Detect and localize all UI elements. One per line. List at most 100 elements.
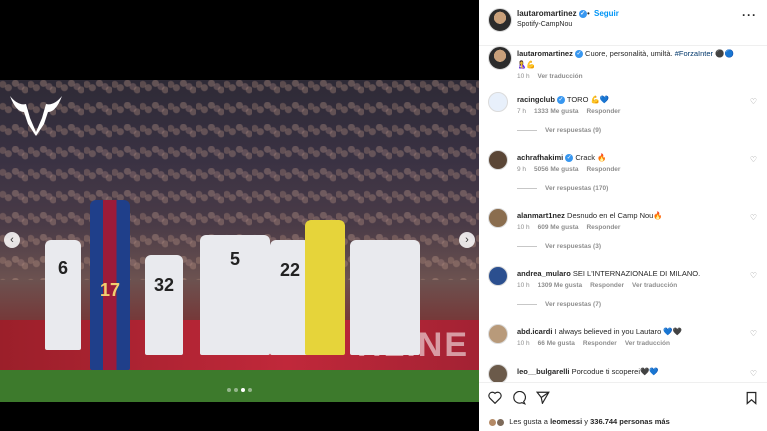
likes-summary[interactable]: Les gusta a leomessi y 336.744 personas …: [488, 417, 670, 427]
comment-text: andrea_mularo SEI L'INTERNAZIONALE DI MI…: [517, 269, 737, 278]
carousel-next-button[interactable]: ›: [459, 232, 475, 248]
player-inter-32: 32: [145, 255, 183, 355]
comment-item: racingclub ✓ TORO 💪💙 7 h 1333 Me gusta Respo…: [479, 92, 767, 148]
caption-hashtag[interactable]: #ForzaInter: [675, 49, 713, 58]
comment-body: Porcodue ti scoperei🖤💙: [571, 367, 659, 376]
comment-like-heart-icon[interactable]: ♡: [750, 271, 757, 280]
comment-username[interactable]: achrafhakimi: [517, 153, 563, 162]
player-number: 5: [229, 249, 240, 269]
comment-like-heart-icon[interactable]: ♡: [750, 329, 757, 338]
caption-translate-link[interactable]: Ver traducción: [537, 73, 582, 80]
comment-username[interactable]: leo__bulgarelli: [517, 367, 570, 376]
player-number: 22: [279, 260, 301, 280]
comment-likes[interactable]: 1309 Me gusta: [538, 282, 582, 289]
goalkeeper: [305, 220, 345, 355]
player-number: 32: [153, 275, 175, 295]
comment-meta: 10 h 609 Me gusta Responder: [517, 224, 628, 231]
comment-avatar[interactable]: [488, 266, 508, 286]
carousel-dot: [248, 388, 252, 392]
comment-username[interactable]: racingclub: [517, 95, 555, 104]
carousel-dot-active: [241, 388, 245, 392]
comment-time: 10 h: [517, 224, 530, 231]
post-actions: Les gusta a leomessi y 336.744 personas …: [479, 382, 767, 431]
comment-avatar[interactable]: [488, 324, 508, 344]
comment-avatar[interactable]: [488, 208, 508, 228]
author-username[interactable]: lautaromartinez ✓: [517, 9, 587, 18]
author-username-text[interactable]: lautaromartinez: [517, 9, 577, 18]
player-inter-22: 22: [270, 240, 310, 355]
comment-reply-button[interactable]: Responder: [586, 224, 620, 231]
comment-reply-button[interactable]: Responder: [586, 166, 620, 173]
likes-connector: y: [584, 417, 589, 426]
heart-icon[interactable]: [488, 391, 502, 407]
comment-reply-button[interactable]: Responder: [583, 340, 617, 347]
caption-text: lautaromartinez ✓ Cuore, personalità, um…: [517, 48, 757, 70]
view-replies-link[interactable]: Ver respuestas (9): [517, 127, 601, 134]
comment-body: TORO 💪💙: [566, 95, 610, 104]
comment-like-heart-icon[interactable]: ♡: [750, 213, 757, 222]
comment-item: alanmart1nez Desnudo en el Camp Nou🔥 10 h…: [479, 208, 767, 264]
comment-username[interactable]: abd.icardi: [517, 327, 552, 336]
carousel-dot: [227, 388, 231, 392]
more-options-icon[interactable]: ···: [742, 8, 757, 22]
comment-icon[interactable]: [512, 390, 527, 408]
likes-count[interactable]: 336.744 personas más: [590, 417, 670, 426]
comment-reply-button[interactable]: Responder: [586, 108, 620, 115]
comment-likes[interactable]: 5056 Me gusta: [534, 166, 578, 173]
comment-avatar[interactable]: [488, 364, 508, 384]
comment-body: Crack 🔥: [575, 153, 607, 162]
watermark-logo-icon: [8, 88, 64, 138]
comment-reply-button[interactable]: Responder: [590, 282, 624, 289]
caption-time: 10 h: [517, 73, 530, 80]
caption-emoji-1: ⚫🔵: [715, 49, 734, 58]
likes-prefix: Les gusta a: [509, 417, 548, 426]
comment-meta: 7 h 1333 Me gusta Responder: [517, 108, 628, 115]
comment-avatar[interactable]: [488, 150, 508, 170]
comment-time: 9 h: [517, 166, 527, 173]
post-sidebar: lautaromartinez ✓ • Seguir Spotify-CampN…: [479, 0, 767, 431]
bookmark-icon[interactable]: [746, 391, 757, 408]
comment-translate-link[interactable]: Ver traducción: [632, 282, 677, 289]
comment-meta: 10 h 66 Me gusta Responder Ver traducción: [517, 340, 678, 347]
caption-username[interactable]: lautaromartinez: [517, 49, 573, 58]
view-replies-link[interactable]: Ver respuestas (7): [517, 301, 601, 308]
view-replies-link[interactable]: Ver respuestas (170): [517, 185, 608, 192]
comment-likes[interactable]: 609 Me gusta: [538, 224, 579, 231]
comment-time: 7 h: [517, 108, 527, 115]
carousel-prev-button[interactable]: ‹: [4, 232, 20, 248]
comment-time: 10 h: [517, 282, 530, 289]
view-replies-link[interactable]: Ver respuestas (3): [517, 243, 601, 250]
author-avatar[interactable]: [488, 8, 512, 32]
player-number: 6: [57, 258, 68, 278]
comment-meta: 9 h 5056 Me gusta Responder: [517, 166, 628, 173]
post-location[interactable]: Spotify-CampNou: [517, 21, 572, 28]
comment-likes[interactable]: 1333 Me gusta: [534, 108, 578, 115]
caption-body: Cuore, personalità, umiltà.: [585, 49, 673, 58]
comment-text: abd.icardi I always believed in you Laut…: [517, 327, 737, 336]
likes-user[interactable]: leomessi: [550, 417, 582, 426]
player-inter-6: 6: [45, 240, 81, 350]
comment-username[interactable]: alanmart1nez: [517, 211, 565, 220]
comment-username[interactable]: andrea_mularo: [517, 269, 571, 278]
bull-logo-icon: [10, 96, 62, 136]
comment-body: Desnudo en el Camp Nou🔥: [567, 211, 663, 220]
comment-translate-link[interactable]: Ver traducción: [625, 340, 670, 347]
verified-badge-icon: ✓: [574, 50, 583, 59]
comment-like-heart-icon[interactable]: ♡: [750, 155, 757, 164]
player-number: 17: [99, 280, 121, 300]
comment-item: andrea_mularo SEI L'INTERNAZIONALE DI MI…: [479, 266, 767, 322]
comment-avatar[interactable]: [488, 92, 508, 112]
verified-badge-icon: ✓: [565, 154, 574, 163]
comment-text: alanmart1nez Desnudo en el Camp Nou🔥: [517, 211, 737, 220]
caption-author-avatar[interactable]: [488, 46, 512, 70]
comment-time: 10 h: [517, 340, 530, 347]
post-header: lautaromartinez ✓ • Seguir Spotify-CampN…: [479, 0, 767, 46]
follow-button[interactable]: Seguir: [594, 9, 619, 18]
player-barca-17: 17: [90, 200, 130, 370]
comment-like-heart-icon[interactable]: ♡: [750, 97, 757, 106]
comment-item: achrafhakimi ✓ Crack 🔥 9 h 5056 Me gusta Res…: [479, 150, 767, 206]
comment-like-heart-icon[interactable]: ♡: [750, 369, 757, 378]
comment-likes[interactable]: 66 Me gusta: [538, 340, 575, 347]
share-icon[interactable]: [535, 391, 550, 407]
comment-text: achrafhakimi ✓ Crack 🔥: [517, 153, 737, 163]
